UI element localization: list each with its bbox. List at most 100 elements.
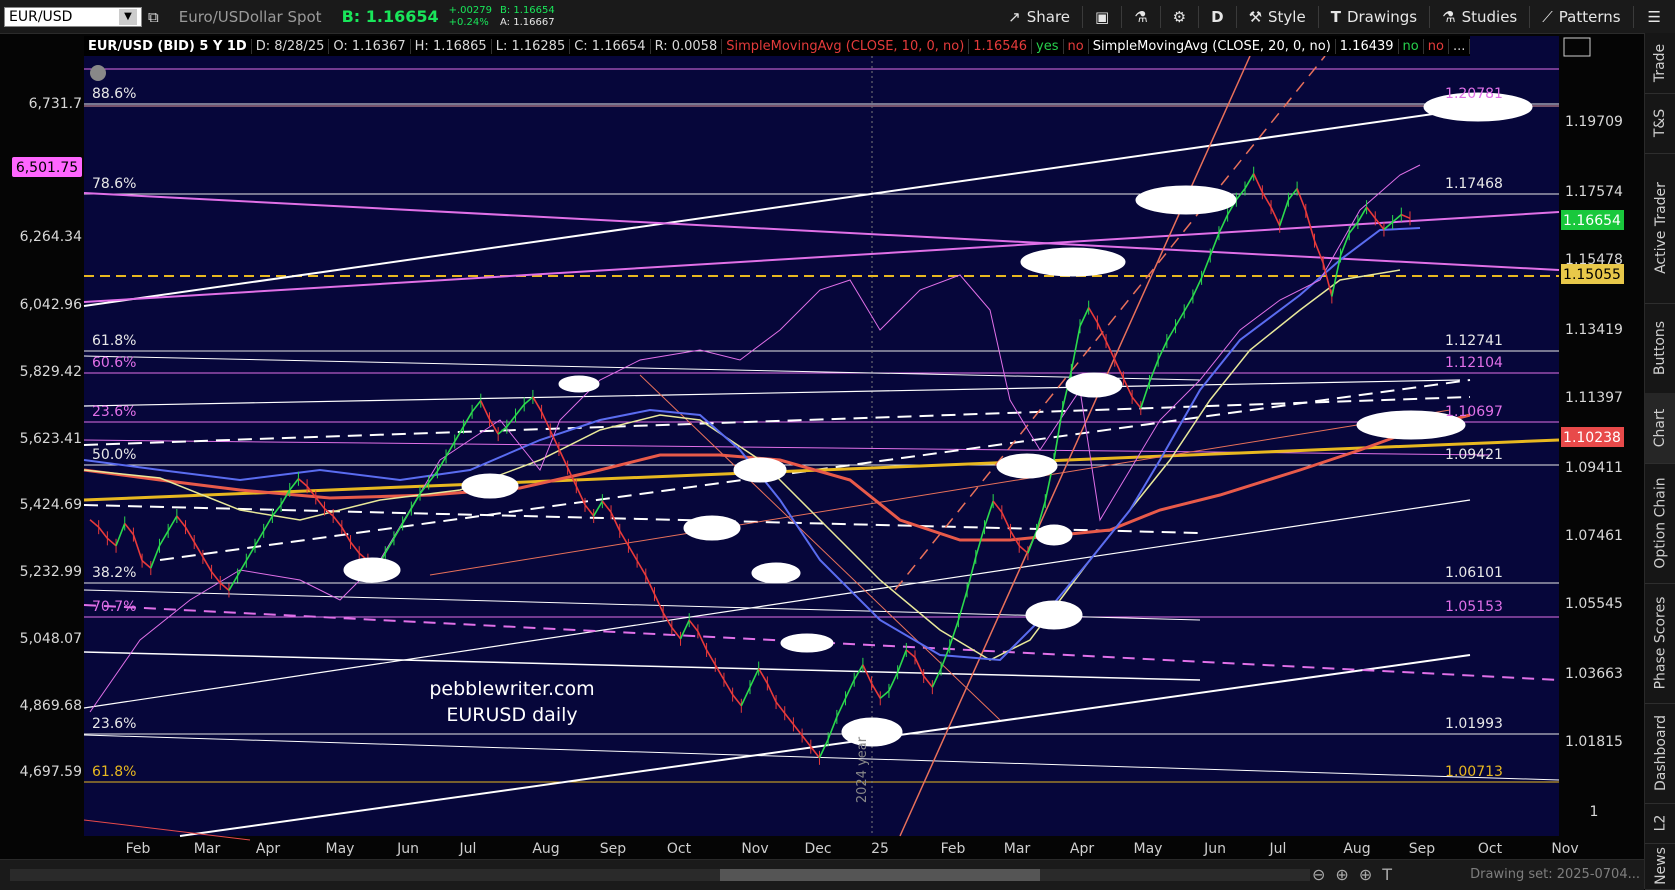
trend-line — [83, 504, 1201, 534]
price-segment — [1357, 206, 1368, 223]
tab-label: News — [1652, 847, 1669, 885]
sma10-label[interactable]: SimpleMovingAvg (CLOSE, 10, 0, no) — [722, 38, 970, 54]
x-tick-label: Mar — [194, 841, 221, 857]
price-segment — [1183, 296, 1194, 312]
price-segment — [1200, 255, 1212, 279]
price-segment — [896, 649, 908, 673]
price-segment — [1305, 210, 1316, 241]
price-segment — [766, 683, 777, 703]
price-segment — [1166, 325, 1177, 342]
price-segment — [905, 649, 916, 659]
price-segment — [1079, 307, 1090, 327]
tab-dashboard[interactable]: Dashboard — [1645, 703, 1675, 804]
price-segment — [89, 519, 100, 528]
trend-line — [899, 55, 1251, 837]
price-segment — [836, 697, 847, 718]
sma20-no-1: no — [1399, 38, 1424, 54]
x-tick-label: Nov — [1551, 841, 1578, 857]
price-segment — [1296, 188, 1307, 212]
price-segment — [184, 526, 195, 543]
price-segment — [401, 508, 413, 524]
sma20-no-2: no — [1424, 38, 1449, 54]
annotation-ellipse — [461, 473, 519, 499]
tab-phase-scores[interactable]: Phase Scores — [1645, 583, 1675, 704]
fib-label-right: 1.05153 — [1445, 599, 1503, 615]
price-segment — [254, 530, 265, 547]
price-segment — [393, 523, 404, 539]
price-segment — [992, 500, 1003, 513]
tab-l2[interactable]: L2 — [1645, 803, 1675, 844]
trend-line — [83, 112, 1441, 307]
price-segment — [236, 560, 248, 576]
price-segment — [332, 515, 343, 528]
price-segment — [315, 496, 326, 510]
sma10-yes: yes — [1032, 38, 1064, 54]
price-segment — [210, 571, 221, 584]
tab-label: L2 — [1652, 814, 1669, 832]
scroll-thumb[interactable] — [720, 869, 1040, 881]
tab-active-trader[interactable]: Active Trader — [1645, 153, 1675, 304]
y-tick-label-left: 6,042.96 — [20, 297, 82, 313]
x-tick-label: Dec — [804, 841, 831, 857]
zoom-out-icon[interactable]: ⊖ — [1312, 865, 1335, 884]
tab-buttons[interactable]: Buttons — [1645, 303, 1675, 394]
price-segment — [540, 411, 551, 431]
tab-time-and-sales[interactable]: T&S — [1645, 93, 1675, 154]
price-segment — [862, 664, 873, 684]
y-tick-label-right: 1.03663 — [1565, 666, 1623, 682]
price-segment — [870, 683, 881, 699]
price-segment — [462, 411, 473, 428]
fib-label-right: 1.12741 — [1445, 333, 1503, 349]
tab-label: Phase Scores — [1652, 596, 1669, 690]
tab-option-chain[interactable]: Option Chain — [1645, 463, 1675, 584]
price-segment — [714, 664, 725, 681]
text-tool-icon[interactable]: T — [1382, 865, 1402, 884]
fib-label-right: 1.10697 — [1445, 404, 1503, 420]
y-tick-label-left: 5,048.07 — [20, 631, 82, 647]
fib-label-right: 1.01993 — [1445, 716, 1503, 732]
side-tabs: Trade T&S Active Trader Buttons Chart Op… — [1644, 33, 1675, 890]
price-segment — [98, 526, 108, 539]
trend-line — [894, 55, 1326, 591]
fib-label-left: 61.8% — [92, 333, 136, 349]
fib-label-left: 50.0% — [92, 447, 136, 463]
price-segment — [671, 627, 682, 640]
price-segment — [262, 515, 274, 532]
sma10-value: 1.16546 — [969, 38, 1033, 54]
price-segment — [1087, 307, 1099, 323]
more-studies[interactable]: ... — [1449, 38, 1471, 54]
annotation-ellipse — [1025, 600, 1083, 630]
tab-trade[interactable]: Trade — [1645, 33, 1675, 94]
price-segment — [1313, 240, 1324, 264]
price-segment — [1131, 396, 1142, 409]
annotation-ellipse — [996, 453, 1058, 479]
zoom-controls[interactable]: ⊖⊕⊕T — [1312, 865, 1402, 884]
sma20-label[interactable]: SimpleMovingAvg (CLOSE, 20, 0, no) — [1089, 38, 1336, 54]
price-segment — [1192, 277, 1203, 297]
crosshair-icon[interactable]: ⊕ — [1359, 865, 1382, 884]
price-segment — [1018, 545, 1029, 554]
price-segment — [801, 735, 812, 748]
price-segment — [1114, 359, 1125, 379]
fib-label-left: 23.6% — [92, 716, 136, 732]
zoom-in-icon[interactable]: ⊕ — [1335, 865, 1358, 884]
price-segment — [732, 694, 742, 707]
price-badge-label: 1.16654 — [1563, 213, 1621, 229]
y-tick-label-left: 6,264.34 — [20, 229, 82, 245]
tab-news[interactable]: News — [1645, 843, 1675, 890]
y-tick-label-right: 1.09411 — [1565, 460, 1623, 476]
watermark-line-2: EURUSD daily — [446, 704, 577, 726]
x-tick-label: May — [326, 841, 355, 857]
price-badge-label: 1.15055 — [1563, 267, 1621, 283]
price-segment — [653, 593, 664, 614]
annotation-ellipse — [1135, 185, 1237, 215]
price-segment — [219, 582, 230, 592]
tab-chart[interactable]: Chart — [1645, 393, 1675, 464]
fib-label-right: 1.09421 — [1445, 447, 1503, 463]
tab-label: Trade — [1652, 43, 1669, 83]
y-tick-label-right: 1.05545 — [1565, 596, 1623, 612]
horizontal-scrollbar[interactable] — [10, 869, 1310, 881]
price-segment — [1261, 191, 1272, 208]
trend-line — [83, 651, 1201, 681]
price-segment — [775, 701, 786, 714]
